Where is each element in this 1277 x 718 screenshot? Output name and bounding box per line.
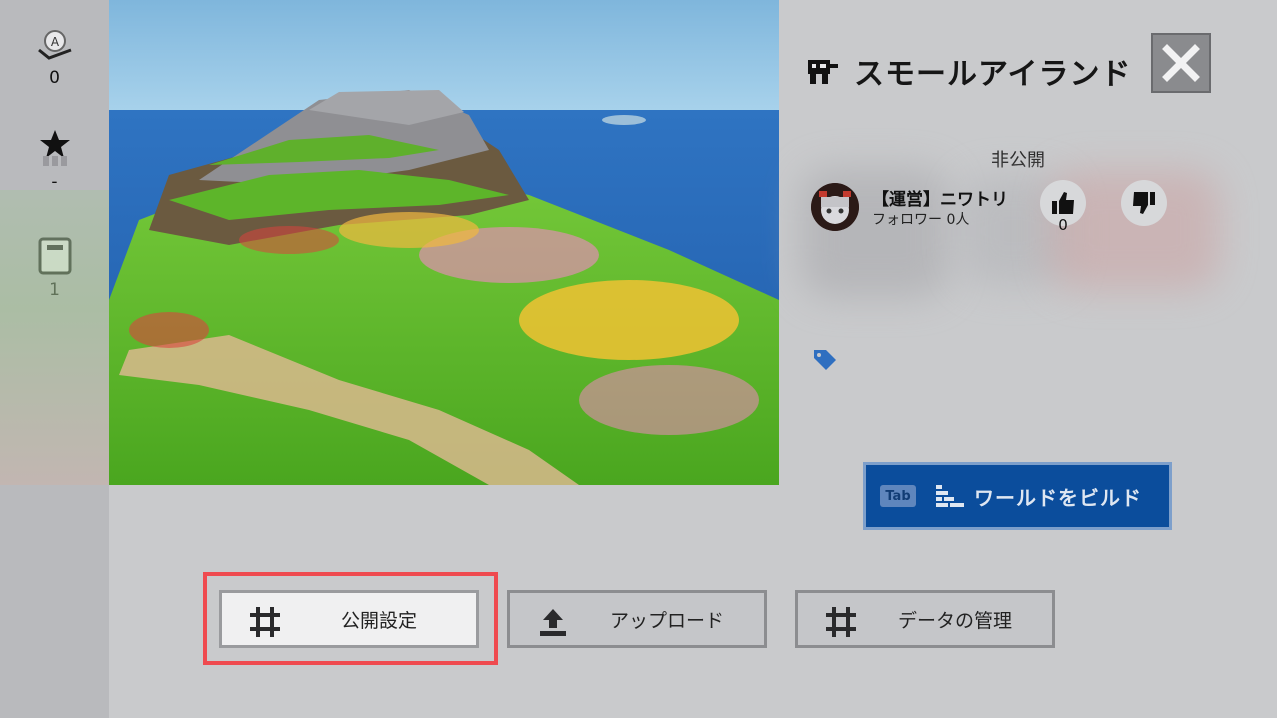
visibility-status: 非公開	[991, 150, 1045, 171]
upload-label: アップロード	[609, 609, 724, 632]
hash-settings-icon	[250, 607, 280, 637]
dislike-button[interactable]	[1121, 180, 1167, 226]
data-management-label: データの管理	[897, 609, 1012, 632]
bricks-icon	[936, 485, 964, 507]
background-scenery-edge	[0, 190, 109, 485]
svg-text:A: A	[50, 35, 59, 49]
close-button[interactable]	[1151, 33, 1211, 93]
build-world-button[interactable]: Tab ワールドをビルド	[863, 462, 1172, 530]
author-avatar[interactable]	[811, 183, 859, 231]
close-icon	[1162, 44, 1200, 82]
rating-stat: -	[0, 128, 109, 192]
tag-icon[interactable]	[810, 346, 840, 380]
rating-value: -	[51, 172, 58, 192]
world-preview-image	[109, 0, 779, 485]
star-rating-icon	[39, 130, 70, 166]
author-name[interactable]: 【運営】ニワトリ	[872, 185, 1008, 210]
data-management-button[interactable]: データの管理	[795, 590, 1055, 648]
play-count-icon: A	[37, 30, 72, 60]
hash-settings-icon	[826, 607, 856, 637]
publish-settings-button[interactable]: 公開設定	[219, 590, 479, 648]
upload-button[interactable]: アップロード	[507, 590, 767, 648]
build-world-label: ワールドをビルド	[974, 485, 1142, 510]
follower-count: フォロワー 0人	[872, 212, 970, 228]
world-title-row: スモールアイランド	[806, 48, 1132, 94]
world-title: スモールアイランド	[854, 57, 1132, 92]
world-flag-icon	[808, 60, 838, 84]
thumbs-up-icon	[1052, 192, 1074, 214]
play-count-value: 0	[49, 68, 60, 88]
play-count-stat: A 0	[0, 28, 109, 88]
thumbs-down-icon	[1133, 192, 1155, 214]
upload-icon	[540, 609, 566, 636]
publish-settings-label: 公開設定	[340, 609, 417, 632]
like-count: 0	[1058, 216, 1068, 234]
voxel-island-scene	[109, 0, 779, 485]
tab-key-hint: Tab	[880, 485, 916, 507]
